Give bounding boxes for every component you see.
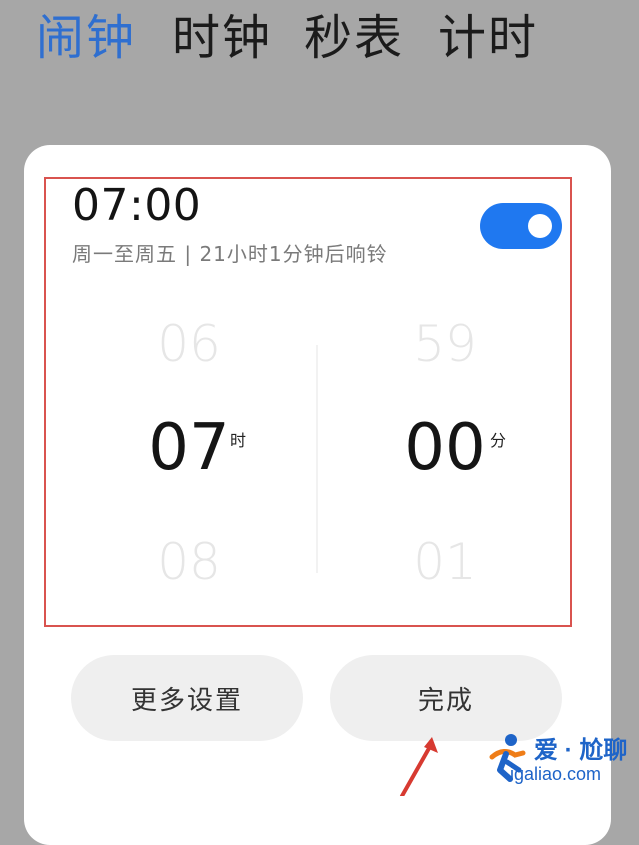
hour-unit-label: 时 <box>230 431 247 450</box>
minute-prev-value[interactable]: 59 <box>340 315 550 373</box>
watermark: 爱 · 尬聊 igaliao.com <box>482 730 637 790</box>
hour-picker[interactable]: 06 07 时 08 <box>84 315 294 605</box>
picker-divider <box>316 345 318 573</box>
minute-current-value[interactable]: 00 <box>340 411 550 485</box>
minute-picker[interactable]: 59 00 分 01 <box>340 315 550 605</box>
more-settings-button[interactable]: 更多设置 <box>71 655 303 741</box>
hour-next-value[interactable]: 08 <box>84 533 294 591</box>
tab-timer[interactable]: 计时 <box>438 6 538 70</box>
done-button[interactable]: 完成 <box>330 655 562 741</box>
minute-next-value[interactable]: 01 <box>340 533 550 591</box>
alarm-repeat-info: 周一至周五 | 21小时1分钟后响铃 <box>72 242 388 266</box>
top-tabs: 闹钟 时钟 秒表 计时 <box>36 6 619 76</box>
toggle-knob <box>528 214 552 238</box>
hour-prev-value[interactable]: 06 <box>84 315 294 373</box>
watermark-line1: 爱 · 尬聊 <box>534 737 628 764</box>
alarm-toggle[interactable] <box>480 203 562 249</box>
arrow-overlay-icon <box>400 737 438 796</box>
hour-current-value[interactable]: 07 <box>84 411 294 485</box>
watermark-line2: igaliao.com <box>510 764 602 784</box>
tab-clock[interactable]: 时钟 <box>172 6 272 70</box>
tab-alarm[interactable]: 闹钟 <box>36 6 136 70</box>
alarm-time: 07:00 <box>72 180 202 231</box>
tab-stopwatch[interactable]: 秒表 <box>304 6 404 70</box>
minute-unit-label: 分 <box>490 431 507 450</box>
